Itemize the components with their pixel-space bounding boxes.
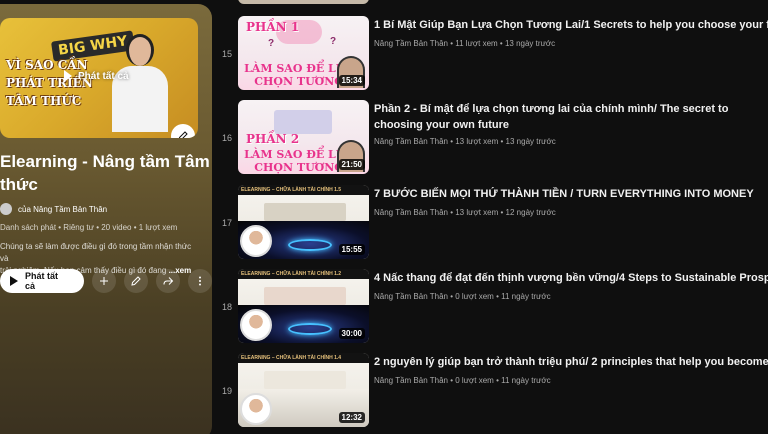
play-icon <box>10 276 18 286</box>
view-count: 13 lượt xem <box>455 208 499 217</box>
share-icon <box>163 277 174 285</box>
playlist-meta: Danh sách phát • Riêng tư • 20 video • 1… <box>0 223 178 232</box>
view-count: 11 lượt xem <box>455 39 498 48</box>
video-duration: 21:50 <box>338 159 365 170</box>
view-count: 0 lượt xem <box>455 376 494 385</box>
cover-play-all-label: Phát tất cả <box>78 70 129 82</box>
owner-avatar <box>0 203 12 215</box>
video-row[interactable]: 16 PHẦN 2 LÀM SAO ĐỂ LỰA CHỌN TƯƠNG LAI … <box>212 100 768 180</box>
playlist-header-panel: BIG WHY VÌ SAO CẦN PHÁT TRIỂN TÂM THỨC P… <box>0 4 212 434</box>
edit-cover-button[interactable] <box>171 124 195 138</box>
video-duration: 30:00 <box>338 328 365 339</box>
pencil-icon <box>178 131 188 138</box>
upload-age: 12 ngày trước <box>505 208 556 217</box>
thumb-ribbon: ELEARNING – CHỮA LÀNH TÀI CHÍNH 1.2 <box>238 269 369 279</box>
video-index: 16 <box>221 133 232 143</box>
upload-age: 13 ngày trước <box>504 39 556 48</box>
thumb-presenter-avatar <box>240 393 272 425</box>
channel-name[interactable]: Nâng Tầm Bản Thân <box>374 137 448 146</box>
thumb-tag: PHẦN 2 <box>246 132 300 146</box>
more-vert-icon <box>199 276 202 286</box>
video-meta: Nâng Tầm Bản Thân • 11 lượt xem • 13 ngà… <box>374 39 556 48</box>
video-meta: Nâng Tầm Bản Thân • 0 lượt xem • 11 ngày… <box>374 292 551 301</box>
add-button[interactable] <box>92 269 117 293</box>
thumb-presenter-avatar <box>240 309 272 341</box>
playlist-video-list: 15 PHẦN 1 ? ? LÀM SAO ĐỂ LỰA CHỌN TƯƠNG … <box>212 0 768 434</box>
upload-age: 13 ngày trước <box>505 137 556 146</box>
play-all-button[interactable]: Phát tất cả <box>0 269 85 293</box>
thumb-tag: PHẦN 1 <box>246 20 300 34</box>
video-index: 17 <box>221 218 232 228</box>
view-count: 13 lượt xem <box>455 137 499 146</box>
video-row[interactable]: 18 ELEARNING – CHỮA LÀNH TÀI CHÍNH 1.2 3… <box>212 269 768 349</box>
video-title[interactable]: 4 Nấc thang để đạt đến thịnh vượng bền v… <box>374 270 768 286</box>
channel-name[interactable]: Nâng Tầm Bản Thân <box>374 208 448 217</box>
video-meta: Nâng Tầm Bản Thân • 13 lượt xem • 12 ngà… <box>374 208 556 217</box>
video-thumbnail[interactable]: ELEARNING – CHỮA LÀNH TÀI CHÍNH 1.4 12:3… <box>238 353 369 427</box>
cover-line-3: TÂM THỨC <box>6 94 82 108</box>
edit-playlist-button[interactable] <box>124 269 149 293</box>
owner-name: của Nâng Tầm Bản Thân <box>18 204 108 214</box>
video-index: 15 <box>221 49 232 59</box>
thumb-ribbon: ELEARNING – CHỮA LÀNH TÀI CHÍNH 1.4 <box>238 353 369 363</box>
channel-name[interactable]: Nâng Tầm Bản Thân <box>374 39 448 48</box>
video-row[interactable]: 17 ELEARNING – CHỮA LÀNH TÀI CHÍNH 1.5 1… <box>212 185 768 265</box>
play-all-label: Phát tất cả <box>25 271 59 291</box>
video-meta: Nâng Tầm Bản Thân • 13 lượt xem • 13 ngà… <box>374 137 556 146</box>
video-thumbnail[interactable]: ELEARNING – CHỮA LÀNH TÀI CHÍNH 1.2 30:0… <box>238 269 369 343</box>
video-meta: Nâng Tầm Bản Thân • 0 lượt xem • 11 ngày… <box>374 376 551 385</box>
video-title[interactable]: Phần 2 - Bí mật để lựa chọn tương lai củ… <box>374 101 768 133</box>
upload-age: 11 ngày trước <box>501 292 551 301</box>
upload-age: 11 ngày trước <box>501 376 551 385</box>
playlist-title: Elearning - Nâng tầm Tâm thức <box>0 152 210 194</box>
channel-name[interactable]: Nâng Tầm Bản Thân <box>374 376 448 385</box>
video-index: 18 <box>221 302 232 312</box>
video-index: 19 <box>221 386 232 396</box>
previous-video-thumbnail[interactable] <box>238 0 369 4</box>
more-actions-button[interactable] <box>188 269 212 293</box>
thumb-presenter-avatar <box>240 225 272 257</box>
playlist-owner[interactable]: của Nâng Tầm Bản Thân <box>0 203 107 215</box>
playlist-cover-thumbnail[interactable]: BIG WHY VÌ SAO CẦN PHÁT TRIỂN TÂM THỨC P… <box>0 18 198 138</box>
playlist-actions: Phát tất cả <box>0 269 212 293</box>
channel-name[interactable]: Nâng Tầm Bản Thân <box>374 292 448 301</box>
play-icon <box>64 70 72 82</box>
video-title[interactable]: 1 Bí Mật Giúp Bạn Lựa Chọn Tương Lai/1 S… <box>374 17 768 33</box>
video-title[interactable]: 2 nguyên lý giúp bạn trở thành triệu phú… <box>374 354 768 370</box>
pencil-icon <box>131 276 141 286</box>
playlist-page: BIG WHY VÌ SAO CẦN PHÁT TRIỂN TÂM THỨC P… <box>0 0 768 434</box>
video-thumbnail[interactable]: ELEARNING – CHỮA LÀNH TÀI CHÍNH 1.5 15:5… <box>238 185 369 259</box>
description-line-1: Chúng ta sẽ làm được điều gì đó trong tầ… <box>0 242 192 263</box>
video-row[interactable]: 19 ELEARNING – CHỮA LÀNH TÀI CHÍNH 1.4 1… <box>212 353 768 433</box>
thumb-ribbon: ELEARNING – CHỮA LÀNH TÀI CHÍNH 1.5 <box>238 185 369 195</box>
video-duration: 12:32 <box>338 412 365 423</box>
cover-person-image <box>112 32 168 132</box>
video-thumbnail[interactable]: PHẦN 2 LÀM SAO ĐỂ LỰA CHỌN TƯƠNG LAI 21:… <box>238 100 369 174</box>
view-count: 0 lượt xem <box>455 292 494 301</box>
video-title[interactable]: 7 BƯỚC BIẾN MỌI THỨ THÀNH TIỀN / TURN EV… <box>374 186 768 202</box>
video-thumbnail[interactable]: PHẦN 1 ? ? LÀM SAO ĐỂ LỰA CHỌN TƯƠNG LAI… <box>238 16 369 90</box>
plus-icon <box>100 277 109 285</box>
video-duration: 15:55 <box>338 244 365 255</box>
video-duration: 15:34 <box>338 75 365 86</box>
share-button[interactable] <box>156 269 181 293</box>
cover-play-all-overlay[interactable]: Phát tất cả <box>64 70 129 82</box>
video-row[interactable]: 15 PHẦN 1 ? ? LÀM SAO ĐỂ LỰA CHỌN TƯƠNG … <box>212 16 768 96</box>
